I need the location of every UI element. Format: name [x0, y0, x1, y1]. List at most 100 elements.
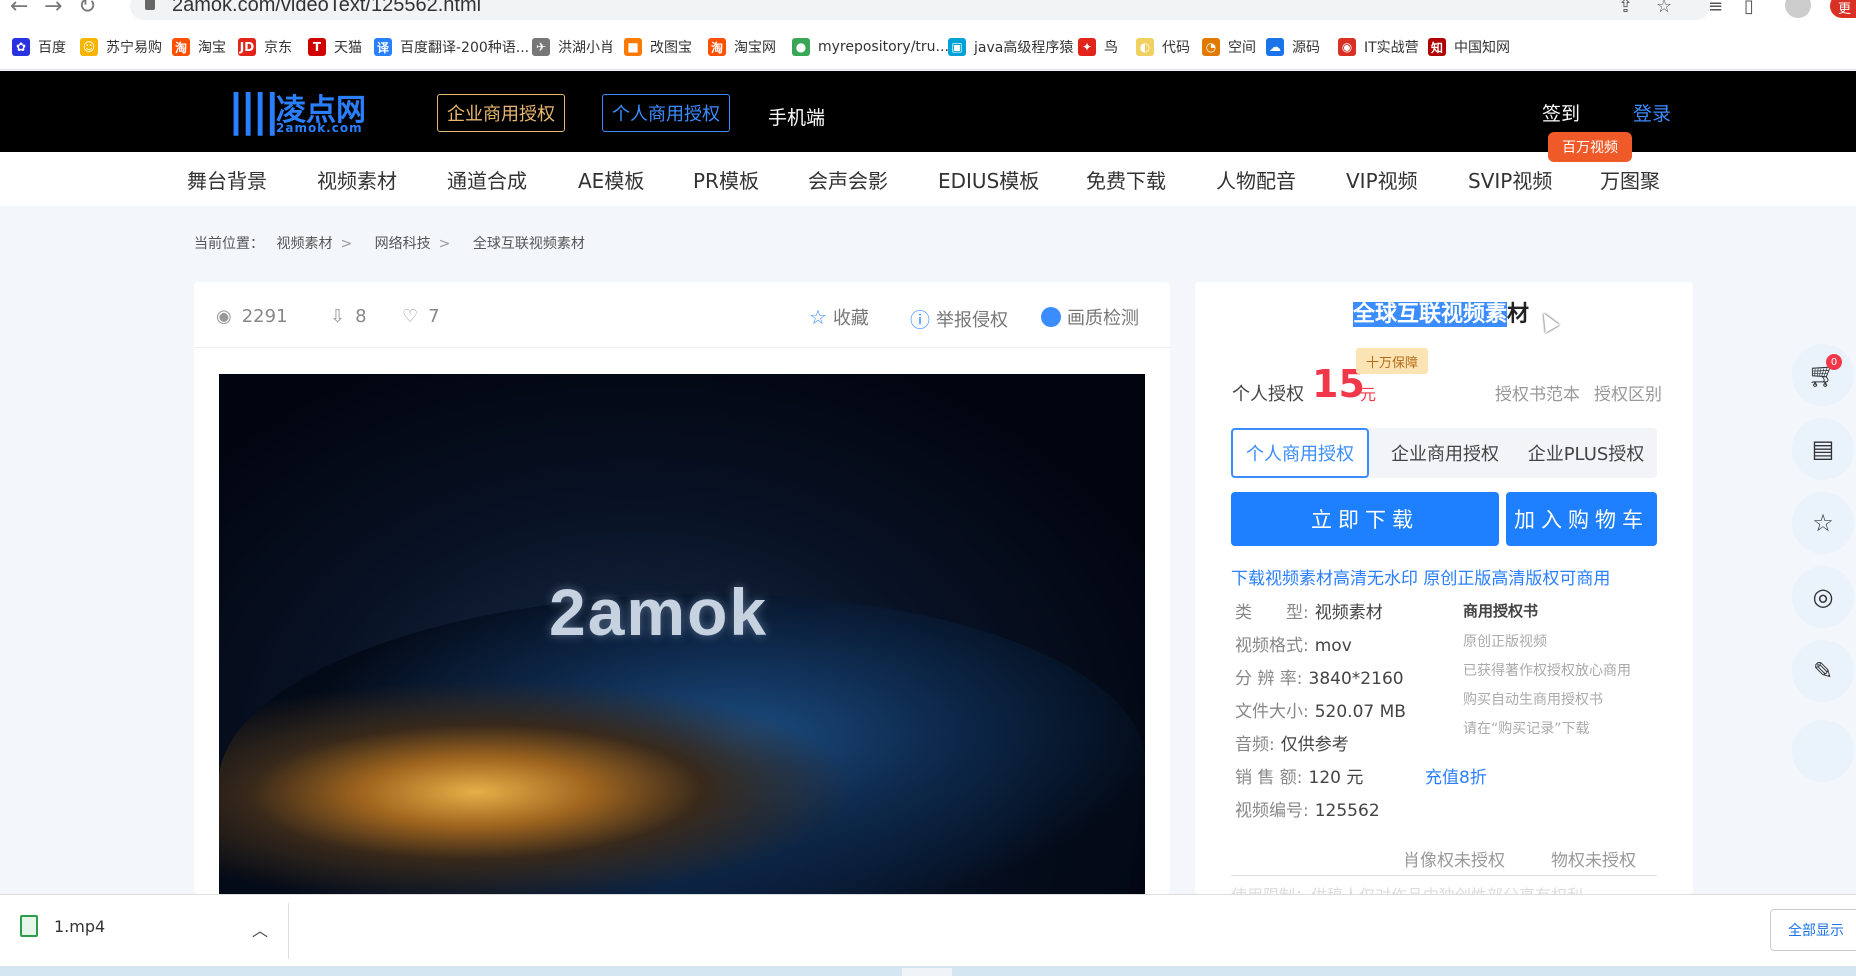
- bookmark-item[interactable]: 淘淘宝: [172, 37, 226, 57]
- bookmark-item[interactable]: T 天猫: [308, 37, 362, 57]
- like-count[interactable]: ♡ 7: [402, 306, 440, 327]
- sign-in-link[interactable]: 签到: [1542, 99, 1580, 126]
- breadcrumb-item[interactable]: 网络科技: [375, 236, 431, 252]
- bookmark-star-icon[interactable]: ☆: [1656, 0, 1672, 17]
- bookmark-item[interactable]: 知中国知网: [1428, 37, 1510, 57]
- personal-license-button[interactable]: 个人商用授权: [602, 94, 730, 132]
- breadcrumb-item[interactable]: 视频素材: [276, 236, 332, 252]
- spec-label: 音频:: [1235, 735, 1275, 755]
- quality-check-button[interactable]: 画质检测: [1041, 304, 1139, 330]
- bookmark-item[interactable]: ◉ IT实战营: [1338, 37, 1419, 57]
- bookmark-favicon-icon: ✈: [532, 38, 550, 56]
- category-nav-item[interactable]: 会声会影: [808, 165, 888, 194]
- product-title: 全球互联视频素材: [1353, 296, 1529, 328]
- category-nav-item[interactable]: PR模板: [693, 165, 759, 194]
- support-float-button[interactable]: ◎: [1792, 566, 1854, 628]
- spec-row: 分 辨 率: 3840*2160: [1235, 664, 1455, 697]
- url-text[interactable]: 2amok.com/videoText/125562.html: [172, 0, 481, 17]
- reload-icon[interactable]: ↻: [78, 0, 96, 19]
- category-nav-item[interactable]: SVIP视频: [1468, 165, 1552, 194]
- price-unit: 元: [1360, 385, 1377, 404]
- bookmark-item[interactable]: 译百度翻译-200种语...: [374, 37, 529, 57]
- bookmark-item[interactable]: 淘淘宝网: [708, 37, 776, 57]
- bookmark-item[interactable]: JD 京东: [238, 37, 292, 57]
- reading-list-icon[interactable]: ≡: [1708, 0, 1723, 17]
- bookmark-item[interactable]: ▣ java高级程序猿: [948, 37, 1073, 57]
- bookmark-item[interactable]: ◐ 代码: [1136, 37, 1190, 57]
- breadcrumb-separator: >: [340, 236, 353, 252]
- bookmark-item[interactable]: ◔ 空间: [1202, 37, 1256, 57]
- site-logo[interactable]: |||| 凌点网 2amok.com: [228, 83, 368, 136]
- bookmark-favicon-icon: ✦: [1078, 38, 1096, 56]
- spec-label: 分 辨 率:: [1235, 669, 1303, 689]
- spec-label: 类 型:: [1235, 603, 1309, 623]
- category-nav-item[interactable]: 通道合成: [447, 165, 527, 194]
- license-tabs: 个人商用授权 企业商用授权 企业PLUS授权: [1231, 428, 1657, 478]
- category-nav-item[interactable]: VIP视频: [1346, 165, 1418, 194]
- update-button[interactable]: 更: [1830, 0, 1856, 18]
- bookmark-item[interactable]: ✈ 洪湖小肖: [532, 37, 614, 57]
- enterprise-license-button[interactable]: 企业商用授权: [437, 94, 565, 132]
- add-to-cart-button[interactable]: 加入购物车: [1506, 492, 1657, 546]
- star-float-button[interactable]: ☆: [1792, 492, 1854, 554]
- bookmark-label: 中国知网: [1454, 40, 1510, 56]
- license-diff-link[interactable]: 授权区别: [1594, 385, 1662, 405]
- category-nav-item[interactable]: EDIUS模板: [938, 165, 1039, 194]
- mobile-link[interactable]: 手机端: [768, 103, 825, 130]
- lock-icon: [145, 0, 155, 10]
- divider: [288, 903, 289, 959]
- login-link[interactable]: 登录: [1633, 99, 1671, 126]
- bookmark-item[interactable]: ☁ 源码: [1266, 37, 1320, 57]
- cart-count-badge: 0: [1826, 354, 1842, 370]
- back-icon[interactable]: ←: [10, 0, 28, 19]
- spec-list: 类 型: 视频素材 视频格式: mov 分 辨 率: 3840*2160 文件大小: 520.…: [1235, 598, 1487, 829]
- bookmark-label: 百度: [38, 40, 66, 56]
- view-count-value: 2291: [241, 306, 288, 327]
- million-video-badge: 百万视频: [1548, 132, 1632, 162]
- recharge-discount-link[interactable]: 充值8折: [1425, 763, 1487, 788]
- category-nav-item[interactable]: 视频素材: [317, 165, 397, 194]
- stats-row: ◉ 2291 ⇩ 8 ♡ 7 ☆ 收藏 ⓘ 举报侵权 画质检测: [194, 282, 1170, 348]
- top-float-button[interactable]: [1792, 720, 1854, 782]
- bookmark-label: 洪湖小肖: [558, 40, 614, 56]
- spec-label: 文件大小:: [1235, 702, 1309, 722]
- bookmark-label: 京东: [264, 40, 292, 56]
- spec-value: 125562: [1314, 801, 1380, 821]
- bookmark-item[interactable]: ■ 改图宝: [624, 37, 692, 57]
- spec-label: 视频格式:: [1235, 636, 1309, 656]
- category-nav-item[interactable]: 舞台背景: [187, 165, 267, 194]
- clipboard-float-button[interactable]: ▤: [1792, 418, 1854, 480]
- show-all-downloads-button[interactable]: 全部显示: [1770, 909, 1856, 951]
- cart-float-button[interactable]: 🛒︎ 0: [1792, 344, 1854, 406]
- tab-enterprise-license[interactable]: 企业商用授权: [1377, 428, 1513, 478]
- bookmark-item[interactable]: ✿ 百度: [12, 37, 66, 57]
- edit-float-button[interactable]: ✎: [1792, 640, 1854, 702]
- tab-personal-license[interactable]: 个人商用授权: [1231, 428, 1369, 478]
- category-nav-item[interactable]: 免费下载: [1086, 165, 1166, 194]
- promo-link[interactable]: 下载视频素材高清无水印 原创正版高清版权可商用: [1231, 564, 1610, 589]
- favorite-button[interactable]: ☆ 收藏: [809, 304, 869, 330]
- side-panel-icon[interactable]: ▯: [1744, 0, 1754, 17]
- bookmark-favicon-icon: JD: [238, 38, 256, 56]
- category-nav-item[interactable]: AE模板: [578, 165, 644, 194]
- bookmark-item[interactable]: ● myrepository/tru...: [792, 37, 949, 57]
- report-button[interactable]: ⓘ 举报侵权: [910, 304, 1008, 333]
- bookmark-favicon-icon: 知: [1428, 38, 1446, 56]
- bookmark-favicon-icon: 淘: [172, 38, 190, 56]
- profile-avatar[interactable]: [1785, 0, 1811, 18]
- bookmark-item[interactable]: ✦ 鸟: [1078, 37, 1118, 57]
- chevron-up-icon[interactable]: ︿: [252, 917, 268, 941]
- license-sample-link[interactable]: 授权书范本: [1495, 385, 1580, 405]
- download-now-button[interactable]: 立即下载: [1231, 492, 1499, 546]
- bookmark-item[interactable]: ☺ 苏宁易购: [80, 37, 162, 57]
- category-nav-item[interactable]: 万图聚: [1600, 165, 1660, 194]
- download-item[interactable]: 1.mp4: [20, 915, 105, 937]
- spec-row: 视频编号: 125562: [1235, 796, 1455, 829]
- forward-icon[interactable]: →: [44, 0, 62, 19]
- tab-enterprise-plus-license[interactable]: 企业PLUS授权: [1519, 428, 1653, 478]
- video-preview[interactable]: 2amok: [219, 374, 1145, 894]
- share-icon[interactable]: ⇪: [1618, 0, 1633, 17]
- category-nav-item[interactable]: 人物配音: [1216, 165, 1296, 194]
- breadcrumb-separator: >: [438, 236, 451, 252]
- like-count-value: 7: [428, 306, 440, 327]
